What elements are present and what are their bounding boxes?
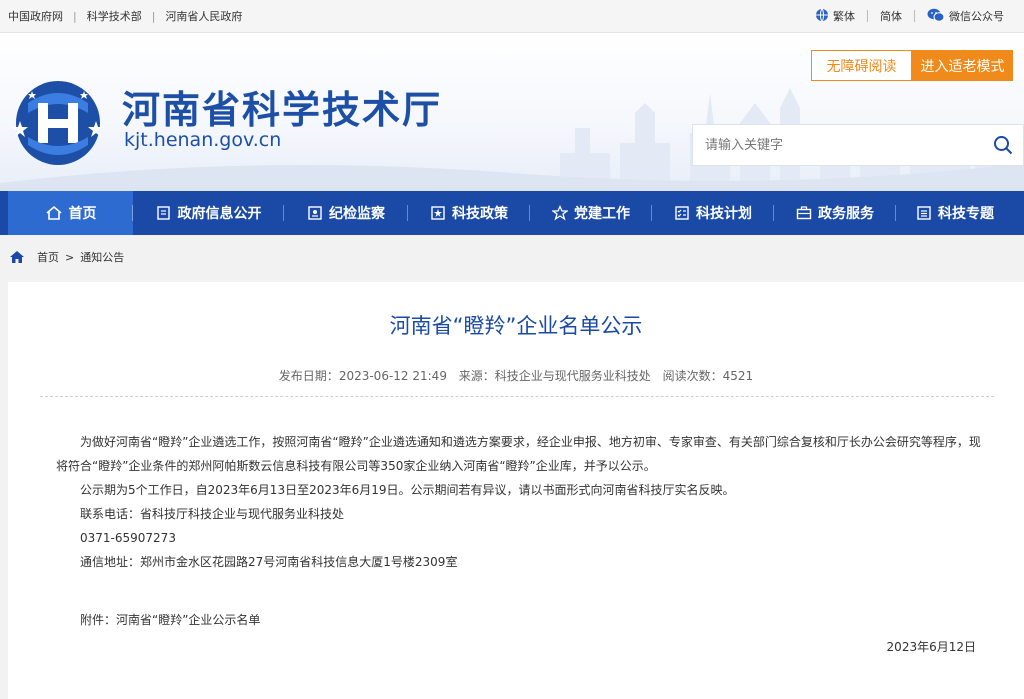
link-henan-gov[interactable]: 河南省人民政府 [165,8,242,24]
link-separator: | [73,9,77,23]
views: 阅读次数：4521 [663,369,754,383]
publish-date-value: 2023-06-12 21:49 [338,369,447,383]
views-value: 4521 [722,369,754,383]
breadcrumb-separator: > [65,250,75,264]
phone-line: 0371-65907273 [80,531,176,545]
document-icon [156,206,170,220]
top-bar: 中国政府网 | 科学技术部 | 河南省人民政府 繁体 简体 微信公众号 [0,0,1024,33]
publish-date: 发布日期：2023-06-12 21:49 [279,369,447,383]
accessible-reading-button[interactable]: 无障碍阅读 [811,50,912,81]
checklist-icon [675,206,689,220]
wechat-label: 微信公众号 [949,10,1004,23]
source-label: 来源： [458,369,495,383]
article-meta: 发布日期：2023-06-12 21:49 来源：科技企业与现代服务业科技处 阅… [8,367,1024,384]
nav-label: 首页 [68,206,97,222]
home-icon[interactable] [9,250,25,264]
nav-label: 党建工作 [574,206,630,222]
wechat-button[interactable]: 微信公众号 [927,8,1004,25]
address-line: 通信地址：郑州市金水区花园路27号河南省科技信息大厦1号楼2309室 [80,555,458,569]
link-separator: | [151,9,156,23]
publish-date-label: 发布日期： [278,369,339,383]
star-box-icon [431,206,445,220]
nav-party-building[interactable]: 党建工作 [530,191,652,235]
wechat-icon [927,8,945,25]
nav-gov-info[interactable]: 政府信息公开 [133,191,284,235]
nav-label: 科技计划 [696,206,752,222]
nav-tech-plan[interactable]: 科技计划 [652,191,774,235]
nav-label: 科技专题 [938,206,994,222]
attachment-link[interactable]: 附件：河南省“瞪羚”企业公示名单 [80,611,260,628]
divider [867,10,868,22]
star-icon [552,205,568,221]
divider [914,10,915,22]
nav-label: 科技政策 [452,206,508,222]
nav-gov-service[interactable]: 政务服务 [774,191,896,235]
traditional-chinese-button[interactable]: 繁体 [815,8,855,25]
search-icon [994,136,1013,155]
breadcrumb: 首页 > 通知公告 [0,235,1024,279]
henan-logo-icon [12,81,104,165]
badge-icon [308,206,322,220]
nav-label: 政务服务 [818,206,874,222]
nav-tech-policy[interactable]: 科技政策 [408,191,530,235]
search-box [692,124,1024,166]
article-paragraph: 公示期为5个工作日，自2023年6月13日至2023年6月19日。公示期间若有异… [80,483,735,497]
search-input[interactable] [693,125,983,165]
list-icon [917,206,931,220]
breadcrumb-current[interactable]: 通知公告 [80,249,124,265]
simplified-chinese-button[interactable]: 简体 [880,8,902,24]
article-body: 为做好河南省“瞪羚”企业遴选工作，按照河南省“瞪羚”企业遴选通知和遴选方案要求，… [56,430,986,574]
site-header: 河南省科学技术厅 kjt.henan.gov.cn 无障碍阅读 进入适老模式 [0,33,1024,191]
nav-label: 政府信息公开 [177,206,262,222]
top-right-tools: 繁体 简体 微信公众号 [815,8,1016,25]
site-title: 河南省科学技术厅 [122,88,443,132]
sign-date: 2023年6月12日 [886,640,976,654]
search-button[interactable] [983,125,1023,165]
briefcase-icon [796,206,812,220]
top-links: 中国政府网 | 科学技术部 | 河南省人民政府 [8,8,242,24]
nav-discipline[interactable]: 纪检监察 [284,191,408,235]
contact-line: 联系电话：省科技厅科技企业与现代服务业科技处 [80,507,345,521]
source-value: 科技企业与现代服务业科技处 [494,369,651,383]
simplified-label: 简体 [880,10,902,23]
main-nav: 首页 政府信息公开 纪检监察 科技政策 党建工作 科技计划 政务服务 科技专题 [0,191,1024,235]
divider [40,396,994,397]
home-icon [45,205,62,220]
article-paragraph: 为做好河南省“瞪羚”企业遴选工作，按照河南省“瞪羚”企业遴选通知和遴选方案要求，… [56,435,981,473]
breadcrumb-home[interactable]: 首页 [37,249,59,265]
site-logo[interactable] [8,73,108,177]
nav-tech-topics[interactable]: 科技专题 [896,191,1014,235]
globe-icon [815,8,829,25]
link-most[interactable]: 科学技术部 [87,8,142,24]
site-domain: kjt.henan.gov.cn [124,129,282,151]
traditional-label: 繁体 [833,10,855,23]
elder-mode-button[interactable]: 进入适老模式 [912,50,1013,81]
source: 来源：科技企业与现代服务业科技处 [459,369,651,383]
link-gov-cn[interactable]: 中国政府网 [8,8,63,24]
article-title: 河南省“瞪羚”企业名单公示 [389,314,643,338]
nav-home[interactable]: 首页 [8,191,133,235]
nav-label: 纪检监察 [329,206,385,222]
article-container: 河南省“瞪羚”企业名单公示 发布日期：2023-06-12 21:49 来源：科… [8,282,1024,699]
views-label: 阅读次数： [662,369,723,383]
